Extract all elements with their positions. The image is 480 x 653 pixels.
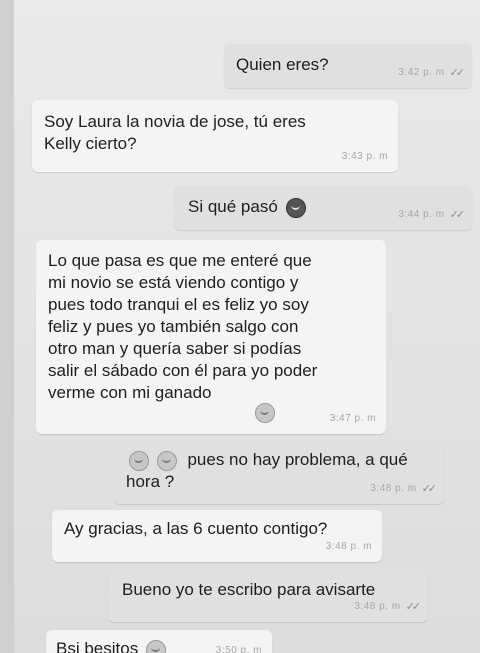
message-text: Lo que pasa es que me enteré que mi novi… (48, 251, 318, 402)
message-text: Si qué pasó (188, 197, 278, 216)
message-bubble-outgoing[interactable]: Bueno yo te escribo para avisarte 3:48 p… (108, 570, 428, 622)
message-content: Bsi besitos (56, 638, 166, 653)
message-bubble-outgoing[interactable]: Si qué pasó 3:44 p. m ✓✓ (174, 186, 472, 230)
message-bubble-incoming[interactable]: Bsi besitos 3:50 p. m (46, 630, 272, 653)
read-receipt-icon: ✓✓ (449, 209, 466, 221)
message-content: Si qué pasó (188, 196, 306, 218)
read-receipt-icon: ✓✓ (449, 67, 466, 79)
message-text: Bsi besitos (56, 639, 139, 653)
message-meta: 3:48 p. m (326, 536, 372, 558)
laughing-face-icon (255, 403, 275, 423)
message-meta: 3:42 p. m ✓✓ (398, 62, 466, 84)
laughing-face-icon (129, 450, 149, 471)
kiss-face-icon (145, 639, 166, 653)
message-time: 3:50 p. m (215, 645, 262, 653)
message-meta: 3:50 p. m (216, 640, 262, 653)
message-text: Ay gracias, a las 6 cuento contigo? (64, 519, 328, 538)
message-time: 3:43 p. m (341, 151, 388, 162)
chat-screen: Quien eres? 3:42 p. m ✓✓ Soy Laura la no… (14, 0, 480, 653)
message-meta: 3:47 p. m (330, 408, 376, 430)
message-text: Soy Laura la novia de jose, tú eres Kell… (44, 112, 306, 153)
message-meta: 3:43 p. m (342, 146, 388, 168)
message-text: Bueno yo te escribo para avisarte (122, 580, 376, 599)
message-time: 3:48 p. m (370, 483, 417, 494)
message-bubble-incoming[interactable]: Ay gracias, a las 6 cuento contigo? 3:48… (52, 510, 382, 562)
message-bubble-outgoing[interactable]: Quien eres? 3:42 p. m ✓✓ (224, 44, 472, 88)
laughing-face-icon (156, 450, 177, 471)
message-time: 3:47 p. m (329, 413, 376, 424)
message-meta: 3:48 p. m ✓✓ (370, 478, 438, 500)
message-meta: 3:48 p. m ✓✓ (354, 596, 422, 618)
message-time: 3:44 p. m (398, 209, 445, 220)
message-time: 3:42 p. m (398, 67, 445, 78)
message-bubble-incoming[interactable]: Soy Laura la novia de jose, tú eres Kell… (32, 100, 398, 172)
message-bubble-incoming[interactable]: Lo que pasa es que me enteré que mi novi… (36, 240, 386, 434)
read-receipt-icon: ✓✓ (421, 483, 438, 495)
message-time: 3:48 p. m (325, 541, 372, 552)
message-time: 3:48 p. m (354, 601, 401, 612)
message-text: Quien eres? (236, 55, 329, 74)
shocked-face-icon (285, 197, 306, 218)
read-receipt-icon: ✓✓ (405, 601, 422, 613)
message-bubble-outgoing[interactable]: pues no hay problema, a qué hora ? 3:48 … (114, 440, 444, 504)
message-meta: 3:44 p. m ✓✓ (398, 204, 466, 226)
